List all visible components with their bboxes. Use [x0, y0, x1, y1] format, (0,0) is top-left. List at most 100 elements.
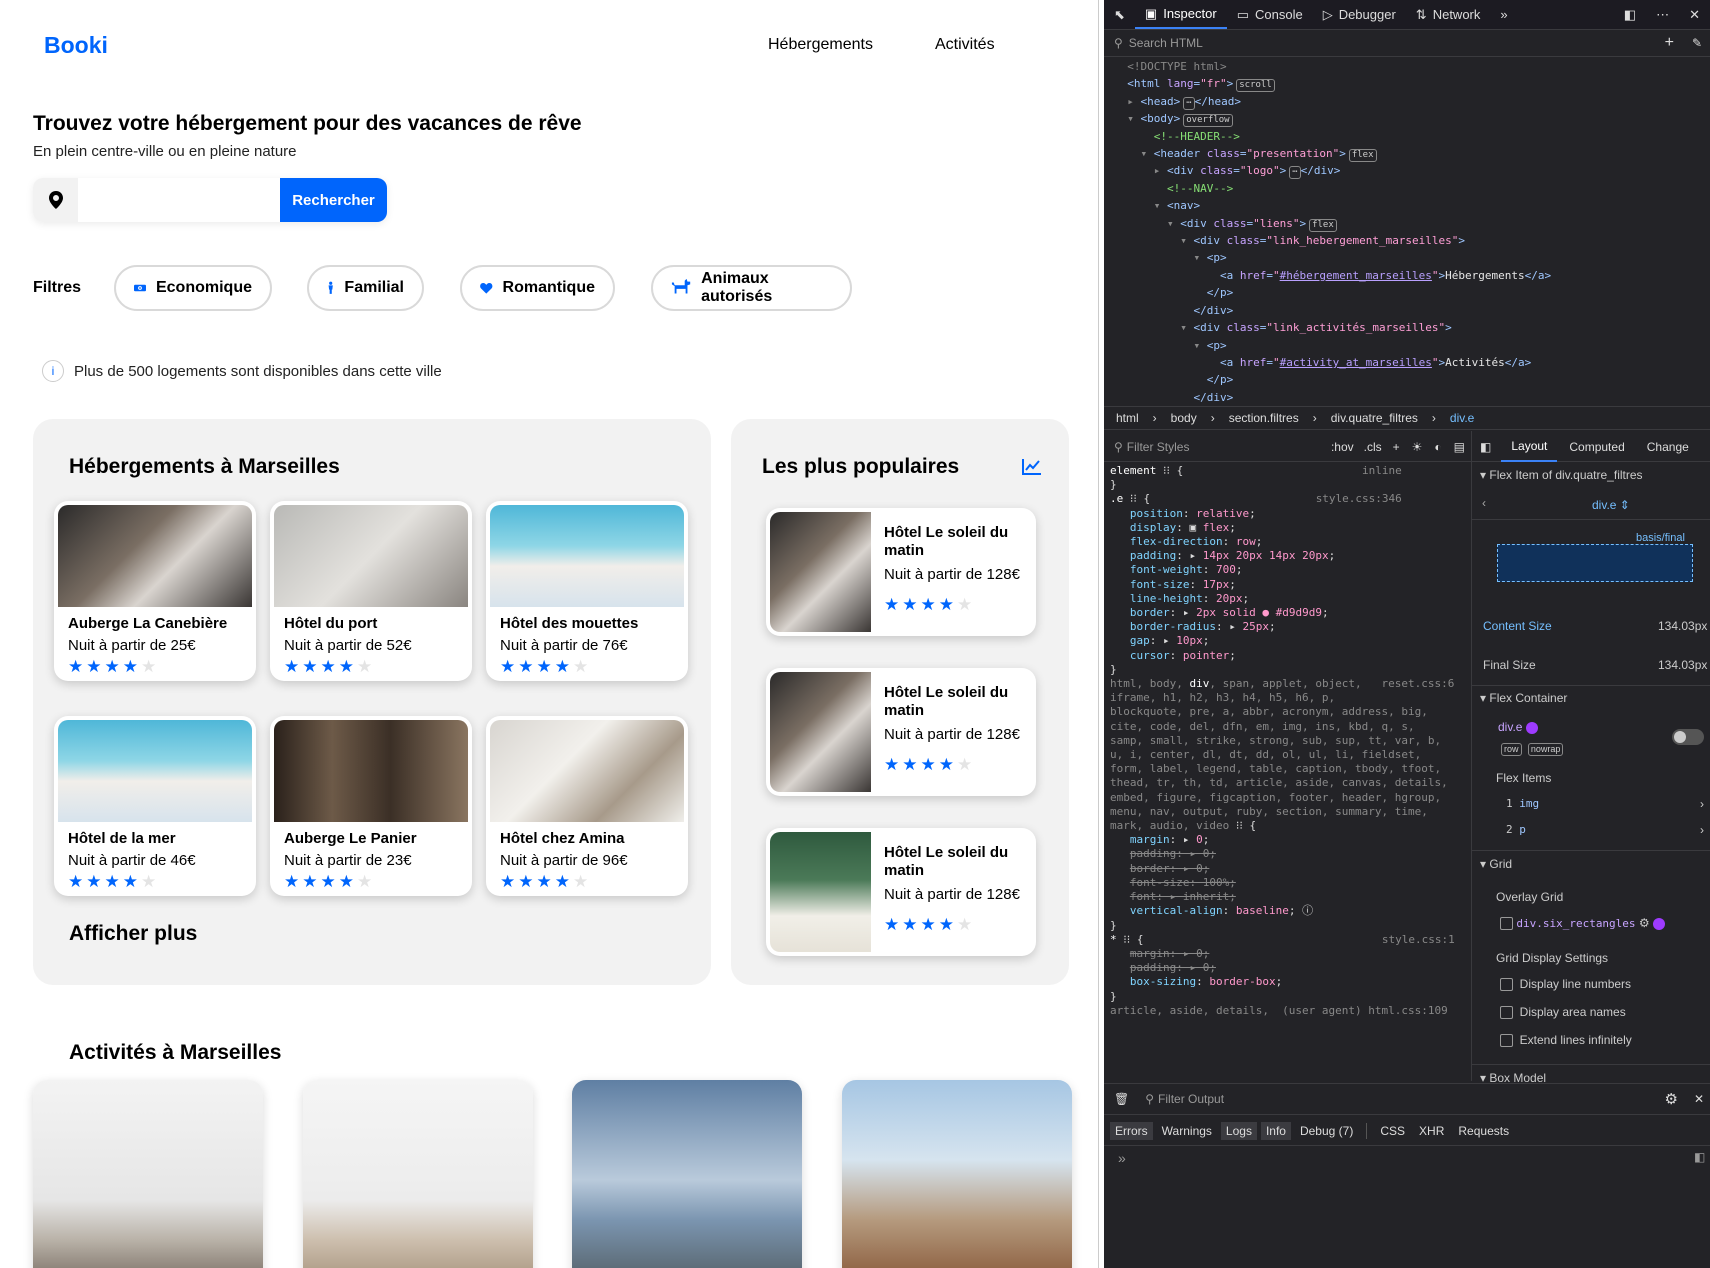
hotel-name: Hôtel de la mer [68, 830, 176, 847]
filter-debug[interactable]: Debug (7) [1295, 1122, 1358, 1140]
close-icon[interactable]: ✕ [1679, 1, 1710, 29]
crumb-div-quatre[interactable]: div.quatre_filtres [1331, 411, 1418, 425]
add-rule-icon[interactable]: + [1387, 440, 1406, 454]
location-pin-icon [33, 178, 78, 222]
flex-item-header[interactable]: ▾ Flex Item of div.quatre_filtres [1480, 468, 1643, 482]
tab-changes[interactable]: Change [1637, 432, 1689, 462]
eyedropper-icon[interactable]: ✎ [1684, 36, 1710, 50]
flex-item-selector[interactable]: div.e ⇕ [1592, 498, 1630, 512]
tab-console[interactable]: ▭ Console [1227, 1, 1313, 29]
populaire-card[interactable]: Hôtel Le soleil du matin Nuit à partir d… [766, 828, 1036, 956]
rating-stars: ★ ★ ★ ★ ★ [884, 916, 972, 933]
final-size-value: 134.03px [1658, 658, 1708, 672]
filter-styles-input[interactable]: Filter Styles [1123, 440, 1190, 454]
person-icon [328, 281, 333, 294]
hov-toggle[interactable]: :hov [1326, 440, 1359, 454]
more-tabs-icon[interactable]: » [1490, 1, 1517, 29]
crumb-div-e[interactable]: div.e [1450, 411, 1474, 425]
filter-economique[interactable]: Economique [114, 265, 272, 311]
trash-icon[interactable]: 🗑 [1104, 1092, 1139, 1106]
hotel-price: Nuit à partir de 128€ [884, 886, 1020, 903]
tab-debugger[interactable]: ▷ Debugger [1313, 1, 1406, 29]
back-arrow-icon[interactable]: ‹ [1482, 496, 1486, 510]
print-icon[interactable]: ▤ [1448, 440, 1471, 454]
dock-icon[interactable]: ◧ [1614, 1, 1646, 29]
hotel-image [770, 512, 871, 632]
search-input[interactable] [78, 178, 280, 222]
sidebar-toggle-icon[interactable]: ◧ [1472, 440, 1499, 454]
filter-requests[interactable]: Requests [1453, 1122, 1514, 1140]
overlay-grid-label: Overlay Grid [1496, 890, 1564, 904]
filter-xhr[interactable]: XHR [1414, 1122, 1449, 1140]
inspector-icon: ▣ [1144, 5, 1158, 21]
hotel-price: Nuit à partir de 96€ [500, 852, 628, 869]
hebergement-card[interactable]: Hôtel de la mer Nuit à partir de 46€ ★ ★ ★… [54, 716, 256, 896]
filter-romantique[interactable]: Romantique [460, 265, 615, 311]
search-button[interactable]: Rechercher [280, 178, 387, 222]
activity-card[interactable] [572, 1080, 802, 1268]
hebergement-card[interactable]: Hôtel chez Amina Nuit à partir de 96€ ★ ★… [486, 716, 688, 896]
nav-activites[interactable]: Activités [935, 36, 995, 54]
rating-stars: ★ ★ ★ ★ ★ [284, 658, 372, 675]
filter-animaux[interactable]: Animaux autorisés [651, 265, 852, 311]
star-empty-icon: ★ [141, 657, 157, 676]
crumb-body[interactable]: body [1171, 411, 1197, 425]
element-picker-icon[interactable]: ⬉ [1104, 1, 1135, 29]
flex-container-el[interactable]: div.e [1498, 720, 1538, 734]
star-icon: ★ [938, 595, 954, 614]
nav-hebergements[interactable]: Hébergements [768, 36, 873, 54]
flex-item-p[interactable]: 2 p [1506, 823, 1526, 836]
close-icon[interactable]: ✕ [1688, 1092, 1710, 1106]
crumb-html[interactable]: html [1116, 411, 1139, 425]
filter-output-input[interactable]: Filter Output [1154, 1092, 1224, 1106]
show-more-link[interactable]: Afficher plus [69, 922, 197, 946]
star-icon: ★ [68, 657, 84, 676]
hotel-image [770, 672, 871, 792]
filter-label: Animaux autorisés [701, 270, 773, 305]
search-html-input[interactable]: Search HTML [1123, 36, 1203, 50]
tab-layout[interactable]: Layout [1501, 432, 1558, 462]
console-prompt-icon: » [1118, 1150, 1126, 1166]
hebergement-card[interactable]: Auberge Le Panier Nuit à partir de 23€ ★… [270, 716, 472, 896]
contrast-icon[interactable]: ◐ [1428, 440, 1447, 454]
split-console-icon[interactable]: ◧ [1694, 1150, 1705, 1164]
flex-container-header[interactable]: ▾ Flex Container [1480, 691, 1567, 705]
extend-lines-checkbox[interactable]: Extend lines infinitely [1500, 1033, 1632, 1048]
heart-icon [480, 282, 493, 294]
tab-network[interactable]: ⇅ Network [1406, 1, 1491, 29]
filter-errors[interactable]: Errors [1110, 1121, 1153, 1140]
filter-logs[interactable]: Logs [1220, 1121, 1257, 1140]
add-node-icon[interactable]: + [1655, 34, 1684, 52]
grid-checkbox[interactable]: div.six_rectangles ⚙ [1500, 916, 1665, 931]
flexbox-highlight-toggle[interactable] [1672, 729, 1704, 745]
light-mode-icon[interactable]: ☀ [1406, 440, 1429, 454]
activity-card[interactable] [303, 1080, 533, 1268]
color-swatch[interactable] [1525, 721, 1538, 734]
populaire-card[interactable]: Hôtel Le soleil du matin Nuit à partir d… [766, 508, 1036, 636]
hebergement-card[interactable]: Auberge La Canebière Nuit à partir de 25… [54, 501, 256, 681]
filter-familial[interactable]: Familial [307, 265, 424, 311]
tab-inspector[interactable]: ▣ Inspector [1134, 1, 1227, 29]
console-input[interactable] [1144, 1150, 1644, 1170]
display-line-numbers-checkbox[interactable]: Display line numbers [1500, 977, 1631, 992]
populaire-card[interactable]: Hôtel Le soleil du matin Nuit à partir d… [766, 668, 1036, 796]
settings-icon[interactable]: ⚙ [1654, 1090, 1687, 1108]
activity-card[interactable] [33, 1080, 263, 1268]
flex-item-img[interactable]: 1 img [1506, 797, 1539, 810]
filter-warnings[interactable]: Warnings [1157, 1122, 1217, 1140]
chevron-right-icon[interactable]: › [1700, 823, 1704, 837]
filter-info[interactable]: Info [1260, 1121, 1291, 1140]
activity-card[interactable] [842, 1080, 1072, 1268]
hebergement-card[interactable]: Hôtel du port Nuit à partir de 52€ ★ ★ ★ ★ ★ [270, 501, 472, 681]
chevron-right-icon[interactable]: › [1700, 797, 1704, 811]
filter-css[interactable]: CSS [1375, 1122, 1410, 1140]
crumb-section[interactable]: section.filtres [1229, 411, 1299, 425]
cls-toggle[interactable]: .cls [1359, 440, 1387, 454]
tab-computed[interactable]: Computed [1559, 432, 1634, 462]
grid-header[interactable]: ▾ Grid [1480, 857, 1512, 871]
star-icon: ★ [284, 872, 300, 891]
logo[interactable]: Booki [44, 32, 108, 59]
hebergement-card[interactable]: Hôtel des mouettes Nuit à partir de 76€ … [486, 501, 688, 681]
menu-icon[interactable]: ⋯ [1646, 1, 1679, 29]
display-area-names-checkbox[interactable]: Display area names [1500, 1005, 1626, 1020]
